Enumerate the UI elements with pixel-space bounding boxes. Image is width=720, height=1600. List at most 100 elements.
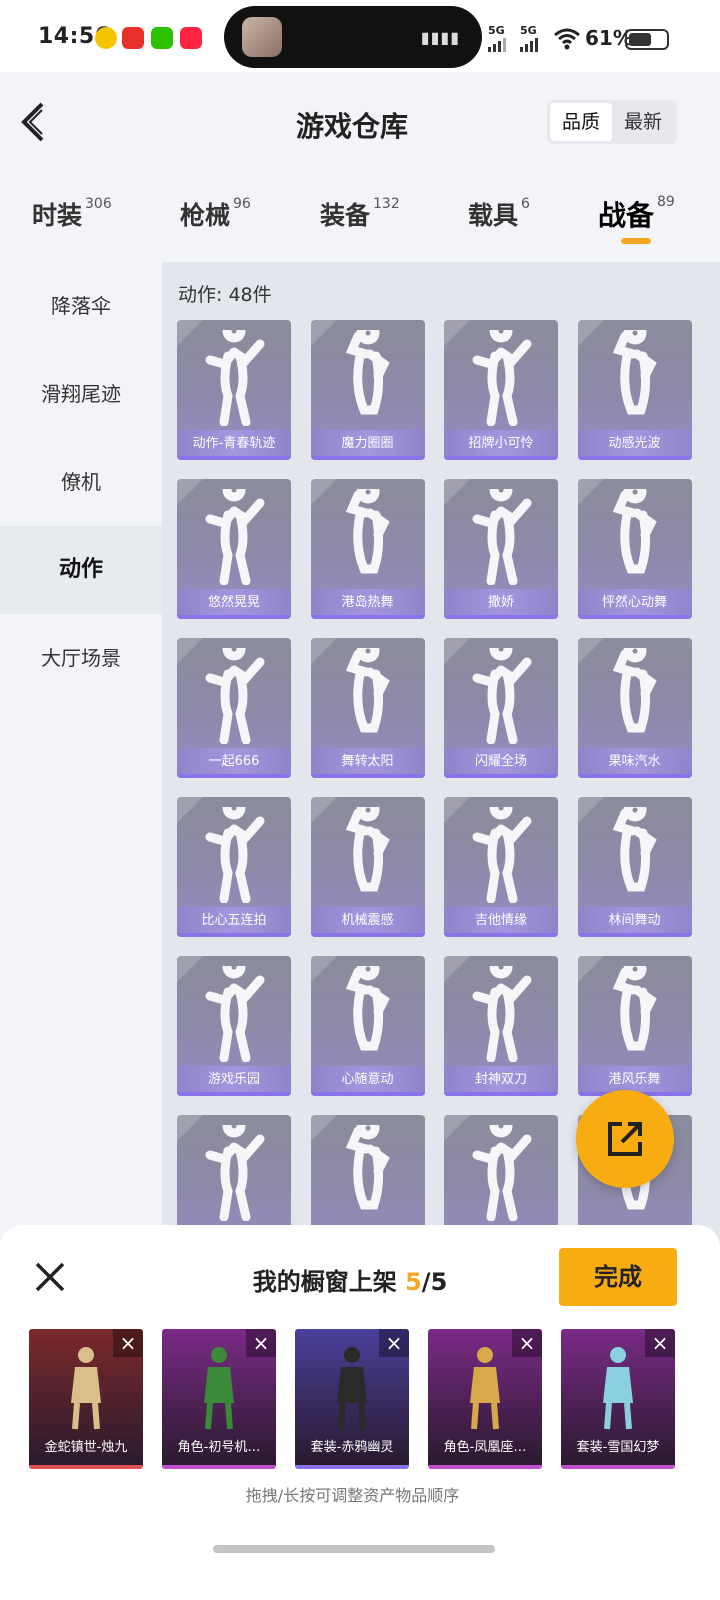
sidebar-item-parachute[interactable]: 降落伞 bbox=[0, 262, 162, 350]
showcase-item-name: 角色-凤凰座… bbox=[443, 1440, 527, 1455]
emote-card[interactable]: 悠然晃晃 bbox=[177, 479, 291, 619]
emote-card[interactable]: 比心五连拍 bbox=[177, 797, 291, 937]
tab-equipment[interactable]: 装备 132 bbox=[320, 196, 400, 232]
remove-item-icon[interactable]: × bbox=[379, 1329, 409, 1357]
showcase-total-count: /5 bbox=[421, 1268, 448, 1296]
emote-card[interactable]: 舞转太阳 bbox=[310, 638, 425, 778]
emote-name: 闪耀全场 bbox=[444, 748, 558, 778]
audio-wave-icon: ▮▮▮▮ bbox=[420, 28, 460, 47]
emote-name: 心随意动 bbox=[310, 1066, 425, 1096]
showcase-item-name: 金蛇镇世-烛九 bbox=[44, 1440, 128, 1455]
emote-card[interactable]: 闪耀全场 bbox=[444, 638, 558, 778]
emote-name: 一起666 bbox=[177, 748, 291, 778]
showcase-item[interactable]: × 角色-凤凰座… bbox=[428, 1329, 542, 1469]
emote-figure-icon bbox=[345, 966, 390, 1051]
emote-name: 封神双刀 bbox=[444, 1066, 558, 1096]
remove-item-icon[interactable]: × bbox=[113, 1329, 143, 1357]
share-export-icon bbox=[608, 1122, 642, 1156]
emote-card[interactable]: 一起666 bbox=[177, 638, 291, 778]
emote-card[interactable]: 招牌小可怜 bbox=[444, 320, 558, 460]
emote-card[interactable]: 动感光波 bbox=[577, 320, 692, 460]
emote-card[interactable]: 封神双刀 bbox=[444, 956, 558, 1096]
tab-count: 6 bbox=[521, 196, 530, 212]
sidebar: 降落伞 滑翔尾迹 僚机 动作 大厅场景 bbox=[0, 262, 162, 1262]
emote-card[interactable]: 动作-青春轨迹 bbox=[177, 320, 291, 460]
emote-figure-icon bbox=[205, 1125, 265, 1221]
wechat-icon bbox=[151, 27, 173, 49]
sidebar-item-emotes[interactable]: 动作 bbox=[0, 526, 162, 614]
sort-newest-button[interactable]: 最新 bbox=[612, 103, 674, 141]
emote-figure-icon bbox=[612, 966, 657, 1051]
showcase-item-name: 套装-赤鸦幽灵 bbox=[310, 1440, 394, 1455]
emote-figure-icon bbox=[472, 1125, 532, 1221]
emote-name: 悠然晃晃 bbox=[177, 589, 291, 619]
emote-name: 舞转太阳 bbox=[310, 748, 425, 778]
sidebar-item-glide-trail[interactable]: 滑翔尾迹 bbox=[0, 350, 162, 438]
tab-label: 战备 bbox=[598, 199, 655, 232]
tab-label: 时装 bbox=[32, 201, 83, 230]
remove-item-icon[interactable]: × bbox=[512, 1329, 542, 1357]
emote-figure-icon bbox=[345, 489, 390, 574]
emote-figure-icon bbox=[612, 330, 657, 415]
item-count: 动作: 48件 bbox=[178, 284, 272, 306]
emote-figure-icon bbox=[472, 489, 532, 585]
share-button[interactable] bbox=[576, 1090, 674, 1188]
emote-name: 招牌小可怜 bbox=[444, 430, 558, 460]
showcase-item[interactable]: × 套装-雪国幻梦 bbox=[561, 1329, 675, 1469]
signal-label-1: 5G bbox=[488, 24, 505, 37]
emote-card[interactable]: 果味汽水 bbox=[577, 638, 692, 778]
home-indicator[interactable] bbox=[213, 1545, 495, 1553]
remove-item-icon[interactable]: × bbox=[246, 1329, 276, 1357]
showcase-sheet: 我的橱窗上架 5/5 完成 × 金蛇镇世-烛九 × 角色-初号机… × 套装-赤鸦幽灵 × 角… bbox=[0, 1225, 720, 1600]
sort-toggle: 品质 最新 bbox=[547, 100, 677, 144]
signal-label-2: 5G bbox=[520, 24, 537, 37]
tab-vehicles[interactable]: 载具 6 bbox=[468, 196, 530, 232]
emote-name: 林间舞动 bbox=[577, 907, 692, 937]
emote-card[interactable]: 港岛热舞 bbox=[310, 479, 425, 619]
battery-icon bbox=[625, 29, 669, 50]
category-tabs: 时装 306 枪械 96 装备 132 载具 6 战备 89 bbox=[0, 180, 720, 260]
tab-count: 89 bbox=[657, 194, 675, 210]
emote-figure-icon bbox=[612, 489, 657, 574]
emote-card[interactable]: 机械震感 bbox=[310, 797, 425, 937]
emote-figure-icon bbox=[612, 807, 657, 892]
emote-card[interactable]: 撒娇 bbox=[444, 479, 558, 619]
sort-quality-button[interactable]: 品质 bbox=[550, 103, 612, 141]
sidebar-item-wingman[interactable]: 僚机 bbox=[0, 438, 162, 526]
emote-card[interactable]: 林间舞动 bbox=[577, 797, 692, 937]
emote-figure-icon bbox=[472, 966, 532, 1062]
tab-guns[interactable]: 枪械 96 bbox=[180, 196, 251, 232]
header: 游戏仓库 品质 最新 bbox=[0, 72, 720, 172]
xiaohongshu-icon bbox=[180, 27, 202, 49]
showcase-item[interactable]: × 角色-初号机… bbox=[162, 1329, 276, 1469]
emote-figure-icon bbox=[205, 330, 265, 426]
emote-card[interactable]: 吉他情缘 bbox=[444, 797, 558, 937]
showcase-current-count: 5 bbox=[405, 1268, 422, 1296]
emote-card[interactable]: 怦然心动舞 bbox=[577, 479, 692, 619]
pinduoduo-icon bbox=[122, 27, 144, 49]
emote-card[interactable]: 游戏乐园 bbox=[177, 956, 291, 1096]
active-tab-indicator bbox=[621, 238, 651, 244]
emote-name: 游戏乐园 bbox=[177, 1066, 291, 1096]
emote-figure-icon bbox=[472, 807, 532, 903]
tab-fashion[interactable]: 时装 306 bbox=[32, 196, 112, 232]
emote-card[interactable]: 心随意动 bbox=[310, 956, 425, 1096]
emote-card[interactable]: 港风乐舞 bbox=[577, 956, 692, 1096]
emote-figure-icon bbox=[612, 648, 657, 733]
sidebar-item-lobby-scene[interactable]: 大厅场景 bbox=[0, 614, 162, 702]
showcase-item[interactable]: × 金蛇镇世-烛九 bbox=[29, 1329, 143, 1469]
remove-item-icon[interactable]: × bbox=[645, 1329, 675, 1357]
tab-battle-gear[interactable]: 战备 89 bbox=[598, 194, 675, 234]
emote-figure-icon bbox=[345, 1125, 390, 1210]
done-button[interactable]: 完成 bbox=[559, 1248, 677, 1306]
emote-figure-icon bbox=[345, 330, 390, 415]
dynamic-island[interactable]: ▮▮▮▮ bbox=[224, 6, 482, 68]
character-figure-icon bbox=[603, 1347, 633, 1430]
reorder-hint: 拖拽/长按可调整资产物品顺序 bbox=[245, 1486, 460, 1505]
emote-name: 果味汽水 bbox=[577, 748, 692, 778]
emote-figure-icon bbox=[205, 648, 265, 744]
showcase-item[interactable]: × 套装-赤鸦幽灵 bbox=[295, 1329, 409, 1469]
emote-card[interactable]: 魔力圈圈 bbox=[310, 320, 425, 460]
showcase-item-name: 角色-初号机… bbox=[177, 1440, 261, 1455]
tab-count: 306 bbox=[85, 196, 112, 212]
